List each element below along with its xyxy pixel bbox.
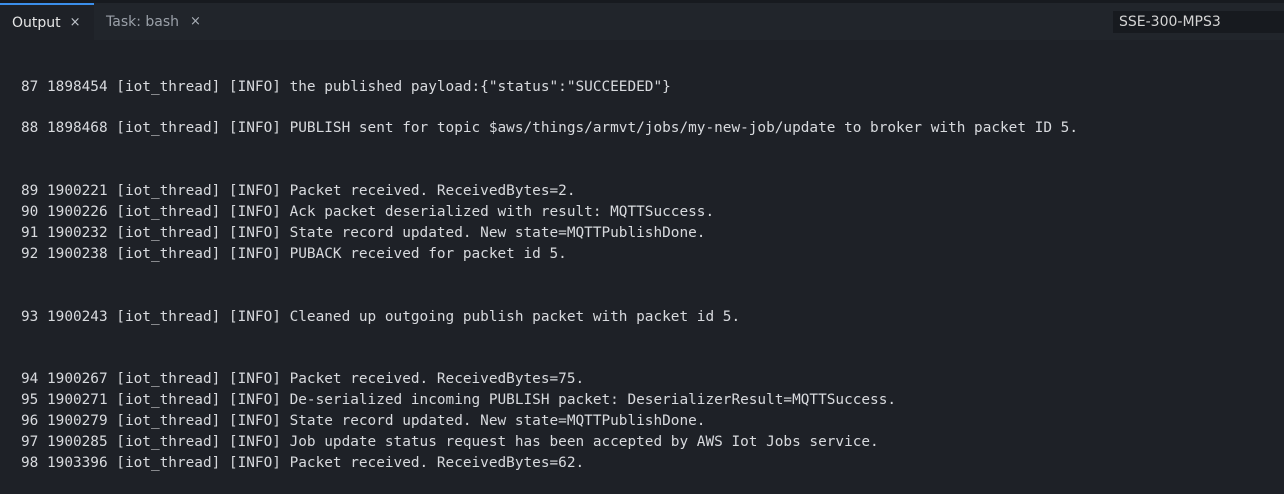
tab-task-bash-label: Task: bash [106,13,180,30]
tab-task-bash[interactable]: Task: bash × [94,3,212,40]
log-line: 94 1900267 [iot_thread] [INFO] Packet re… [21,371,585,387]
tab-output[interactable]: Output × [0,3,94,40]
log-line: 87 1898454 [iot_thread] [INFO] the publi… [21,79,671,95]
log-line: 98 1903396 [iot_thread] [INFO] Packet re… [21,455,585,471]
log-line: 91 1900232 [iot_thread] [INFO] State rec… [21,225,706,241]
output-channel-select[interactable]: SSE-300-MPS3 [1113,11,1284,33]
log-line: 97 1900285 [iot_thread] [INFO] Job updat… [21,434,879,450]
panel-tab-bar: Output × Task: bash × SSE-300-MPS3 [0,3,1284,40]
close-icon[interactable]: × [190,15,201,28]
log-line: 92 1900238 [iot_thread] [INFO] PUBACK re… [21,246,567,262]
log-line: 93 1900243 [iot_thread] [INFO] Cleaned u… [21,309,741,325]
log-line: 96 1900279 [iot_thread] [INFO] State rec… [21,413,706,429]
tab-output-label: Output [12,14,61,31]
log-line: 88 1898468 [iot_thread] [INFO] PUBLISH s… [21,120,1078,136]
log-line: 95 1900271 [iot_thread] [INFO] De-serial… [21,392,897,408]
output-channel-select-value: SSE-300-MPS3 [1119,14,1221,30]
log-line: 89 1900221 [iot_thread] [INFO] Packet re… [21,183,576,199]
log-line: 90 1900226 [iot_thread] [INFO] Ack packe… [21,204,715,220]
close-icon[interactable]: × [70,16,81,29]
output-log[interactable]: 87 1898454 [iot_thread] [INFO] the publi… [0,40,1284,494]
